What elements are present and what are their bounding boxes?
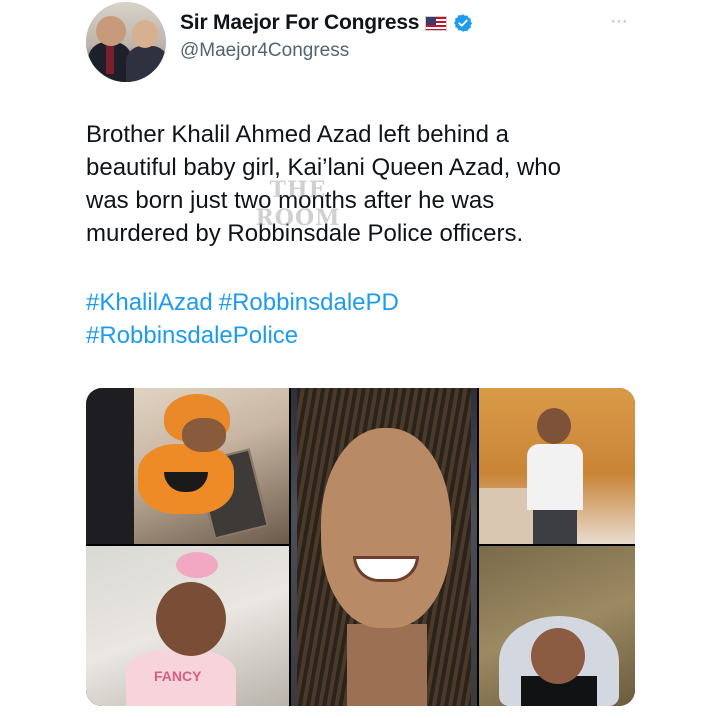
avatar-person-left-head <box>96 16 126 46</box>
hashtag-list: #KhalilAzad #RobbinsdalePD #RobbinsdalePo… <box>86 286 566 352</box>
more-options-icon[interactable]: ··· <box>610 10 628 33</box>
photo-detail <box>86 388 134 544</box>
tweet-card: Sir Maejor For Congress @Maejor4Congress… <box>0 0 720 718</box>
author-avatar[interactable] <box>86 2 166 82</box>
hashtag-link[interactable]: #RobbinsdalePD <box>219 289 399 316</box>
hashtag-link[interactable]: #KhalilAzad <box>86 289 213 316</box>
avatar-person-right-head <box>132 20 158 48</box>
photo-baby-pink-bow[interactable]: FANCY <box>86 546 289 706</box>
pink-bow <box>176 552 218 578</box>
baby-face <box>156 582 226 656</box>
avatar-person-right-body <box>126 46 166 82</box>
white-shirt <box>527 444 583 510</box>
avatar-person-left-tie <box>106 44 114 74</box>
photo-baby-pumpkin-costume[interactable] <box>86 388 289 544</box>
watermark-line-1: THE <box>269 177 327 203</box>
photo-baby-car-seat[interactable] <box>479 546 635 706</box>
watermark: THE ROOM <box>238 176 358 232</box>
photo-man-smiling[interactable] <box>291 388 477 706</box>
pants <box>533 510 577 544</box>
author-name-row: Sir Maejor For Congress <box>180 10 473 36</box>
hashtag-link[interactable]: #RobbinsdalePolice <box>86 322 298 349</box>
media-grid: FANCY <box>86 388 635 706</box>
man-neck <box>347 624 427 706</box>
photo-man-kitchen[interactable] <box>479 388 635 544</box>
verified-badge-icon <box>454 14 473 32</box>
baby-face <box>531 628 585 684</box>
us-flag-icon <box>425 15 448 31</box>
baby-face <box>182 418 226 452</box>
man-face <box>321 428 451 628</box>
bib-text: FANCY <box>154 668 202 684</box>
man-head <box>537 408 571 444</box>
author-handle[interactable]: @Maejor4Congress <box>180 40 349 62</box>
watermark-line-2: ROOM <box>255 205 341 231</box>
author-display-name[interactable]: Sir Maejor For Congress <box>180 11 419 35</box>
